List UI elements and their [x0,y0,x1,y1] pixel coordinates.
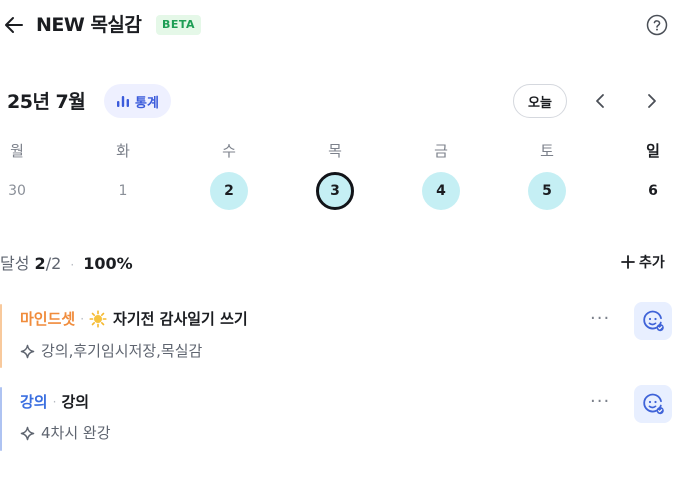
calendar-date[interactable]: 30 [0,172,36,210]
today-button[interactable]: 오늘 [513,84,567,118]
task-item[interactable]: 강의 · 강의 4차시 완강 ··· [0,385,679,457]
smile-check-icon [643,393,664,415]
task-title: 강의 [61,393,90,411]
calendar-date-completed[interactable]: 4 [422,172,460,210]
weekday-label: 월 [10,142,24,160]
task-title: 자기전 감사일기 쓰기 [113,310,248,328]
arrow-left-icon[interactable] [2,13,26,37]
task-tags: 4차시 완강 [41,424,111,442]
sparkle-icon [20,344,35,358]
weekday-label: 수 [222,142,236,160]
page-title: NEW 목실감 [36,14,142,36]
plus-icon [621,255,635,269]
separator-dot: · [80,312,85,326]
calendar-date-completed[interactable]: 2 [210,172,248,210]
weekday-label: 토 [540,142,554,160]
weekday-label: 화 [116,142,130,160]
achievement-total: /2 [45,254,62,273]
achievement-done: 2 [34,254,46,273]
stats-label: 통계 [135,95,159,111]
task-color-bar [0,304,2,368]
mood-checkin-button[interactable] [634,302,672,340]
calendar-date[interactable]: 1 [104,172,142,210]
task-tags: 강의,후기임시저장,목실감 [41,342,203,360]
add-task-label: 추가 [639,255,665,271]
calendar-date-completed[interactable]: 5 [528,172,566,210]
weekday-label: 일 [646,142,660,160]
more-options-icon[interactable]: ··· [590,308,610,329]
chevron-right-icon[interactable] [642,91,660,111]
beta-badge: BETA [156,15,202,35]
calendar-date-selected[interactable]: 3 [316,172,354,210]
separator-dot: · [52,395,57,409]
weekday-label: 목 [328,142,342,160]
month-label: 25년 7월 [7,91,86,113]
mood-checkin-button[interactable] [634,385,672,423]
chevron-left-icon[interactable] [592,91,610,111]
separator-dot: · [70,258,75,272]
add-task-button[interactable]: 추가 [620,252,665,272]
weekday-label: 금 [434,142,448,160]
task-item[interactable]: 마인드셋 · 자기전 감사일기 쓰기 강의,후기임시저장,목실감 ··· [0,302,679,374]
task-color-bar [0,387,2,451]
stats-button[interactable]: 통계 [104,84,171,118]
question-circle-icon[interactable] [646,14,668,36]
achievement-label: 달성 [0,254,30,273]
achievement-percent: 100% [83,254,133,273]
smile-check-icon [643,310,664,332]
sun-icon [89,310,107,328]
achievement-summary: 달성 2/2 · 100% [0,253,133,276]
bar-chart-icon [117,96,129,107]
calendar-date[interactable]: 6 [634,172,672,210]
sparkle-icon [20,426,35,440]
task-category: 마인드셋 [20,310,76,328]
more-options-icon[interactable]: ··· [590,391,610,412]
task-category: 강의 [20,393,48,411]
